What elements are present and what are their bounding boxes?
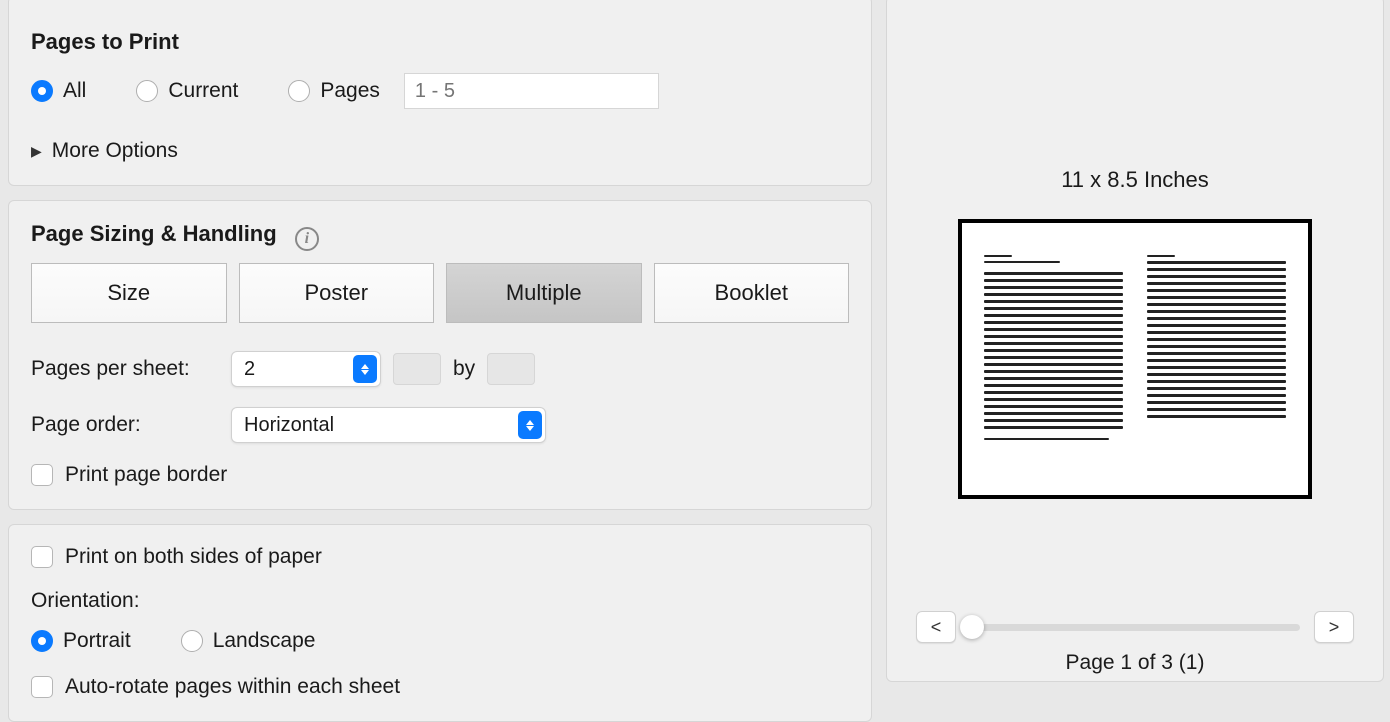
page-preview <box>958 219 1312 499</box>
radio-landscape-label: Landscape <box>213 629 316 653</box>
radio-all-label: All <box>63 79 86 103</box>
more-options-toggle[interactable]: ▶ More Options <box>31 139 849 163</box>
both-sides-label: Print on both sides of paper <box>65 545 322 569</box>
duplex-panel: Print on both sides of paper Orientation… <box>8 524 872 722</box>
page-indicator: Page 1 of 3 (1) <box>887 651 1383 675</box>
page-range-input[interactable] <box>404 73 659 109</box>
pages-per-sheet-select[interactable]: 2 <box>231 351 381 387</box>
sizing-title: Page Sizing & Handling i <box>31 221 849 249</box>
page-order-select[interactable]: Horizontal <box>231 407 546 443</box>
stepper-icon <box>353 355 377 383</box>
multiple-button[interactable]: Multiple <box>446 263 642 323</box>
radio-pages[interactable] <box>288 80 310 102</box>
auto-rotate-label: Auto-rotate pages within each sheet <box>65 675 400 699</box>
pages-to-print-title: Pages to Print <box>31 29 849 55</box>
paper-size-label: 11 x 8.5 Inches <box>887 167 1383 193</box>
custom-cols-input[interactable] <box>393 353 441 385</box>
next-page-button[interactable]: > <box>1314 611 1354 643</box>
stepper-icon <box>518 411 542 439</box>
prev-page-button[interactable]: < <box>916 611 956 643</box>
both-sides-checkbox[interactable] <box>31 546 53 568</box>
page-slider[interactable] <box>970 624 1300 631</box>
sizing-panel: Page Sizing & Handling i Size Poster Mul… <box>8 200 872 510</box>
radio-current-label: Current <box>168 79 238 103</box>
radio-portrait-label: Portrait <box>63 629 131 653</box>
preview-panel: 11 x 8.5 Inches <box>886 0 1384 682</box>
print-border-label: Print page border <box>65 463 227 487</box>
pages-to-print-panel: Pages to Print All Current Pages ▶ More … <box>8 0 872 186</box>
preview-page-1 <box>984 255 1123 463</box>
orientation-label: Orientation: <box>31 589 849 613</box>
chevron-right-icon: ▶ <box>31 143 42 160</box>
more-options-label: More Options <box>52 139 178 163</box>
pages-per-sheet-label: Pages per sheet: <box>31 357 231 381</box>
auto-rotate-checkbox[interactable] <box>31 676 53 698</box>
size-button[interactable]: Size <box>31 263 227 323</box>
radio-all[interactable] <box>31 80 53 102</box>
custom-rows-input[interactable] <box>487 353 535 385</box>
poster-button[interactable]: Poster <box>239 263 435 323</box>
info-icon[interactable]: i <box>295 227 319 251</box>
radio-current[interactable] <box>136 80 158 102</box>
preview-page-2 <box>1147 255 1286 463</box>
by-label: by <box>453 357 475 381</box>
radio-pages-label: Pages <box>320 79 380 103</box>
radio-portrait[interactable] <box>31 630 53 652</box>
page-order-label: Page order: <box>31 413 231 437</box>
slider-thumb[interactable] <box>960 615 984 639</box>
radio-landscape[interactable] <box>181 630 203 652</box>
print-border-checkbox[interactable] <box>31 464 53 486</box>
booklet-button[interactable]: Booklet <box>654 263 850 323</box>
